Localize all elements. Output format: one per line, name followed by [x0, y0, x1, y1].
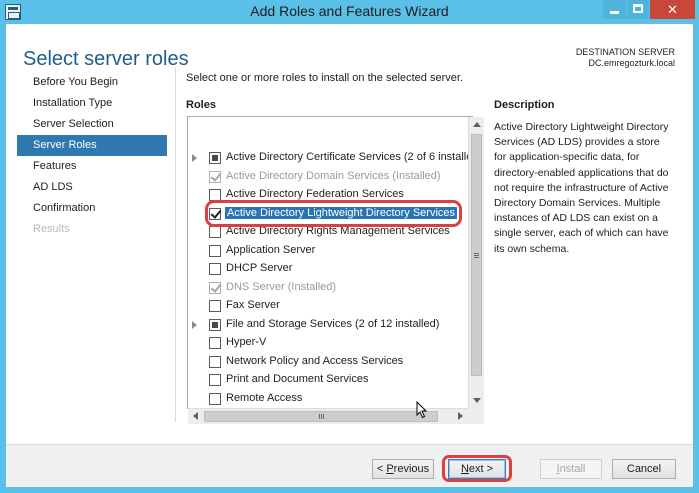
role-label[interactable]: File and Storage Services (2 of 12 insta… — [226, 318, 439, 330]
nav-item-features[interactable]: Features — [17, 156, 167, 177]
nav-item-ad-lds[interactable]: AD LDS — [17, 177, 167, 198]
role-checkbox[interactable] — [209, 152, 221, 164]
roles-heading: Roles — [186, 99, 216, 111]
expand-arrow-icon[interactable] — [192, 154, 197, 162]
destination-server-label: DESTINATION SERVER — [575, 47, 675, 57]
description-heading: Description — [494, 99, 555, 111]
mouse-cursor-icon — [416, 401, 428, 419]
previous-button-accel: P — [386, 463, 394, 475]
role-label[interactable]: DNS Server (Installed) — [226, 281, 336, 293]
navigation-divider — [175, 68, 176, 422]
destination-server-name: DC.emregozturk.local — [588, 58, 675, 68]
role-row[interactable]: Print and Document Services — [188, 371, 456, 390]
role-label[interactable]: Active Directory Certificate Services (2… — [226, 151, 472, 163]
instruction-text: Select one or more roles to install on t… — [186, 72, 463, 84]
grip-icon — [319, 414, 324, 419]
roles-vertical-scrollbar[interactable] — [468, 117, 484, 408]
install-button-label: nstall — [559, 463, 586, 475]
role-label[interactable]: Active Directory Domain Services (Instal… — [226, 170, 441, 182]
nav-item-server-selection[interactable]: Server Selection — [17, 114, 167, 135]
role-row[interactable]: DNS Server (Installed) — [188, 279, 456, 298]
annotation-highlight-next — [442, 455, 512, 482]
page-title: Select server roles — [23, 48, 189, 70]
nav-item-confirmation[interactable]: Confirmation — [17, 198, 167, 219]
install-button[interactable]: Install — [540, 459, 602, 479]
role-row[interactable]: Application Server — [188, 242, 456, 261]
role-row[interactable]: DHCP Server — [188, 260, 456, 279]
role-checkbox[interactable] — [209, 337, 221, 349]
expand-arrow-icon[interactable] — [192, 320, 197, 329]
nav-item-results: Results — [33, 223, 70, 235]
nav-item-before-you-begin[interactable]: Before You Begin — [17, 72, 167, 93]
minimize-button[interactable] — [603, 0, 626, 19]
role-label[interactable]: Remote Access — [226, 392, 302, 404]
scroll-right-icon[interactable] — [458, 412, 463, 420]
minimize-icon — [610, 11, 619, 14]
grip-icon — [474, 253, 479, 258]
scroll-left-icon[interactable] — [193, 412, 198, 420]
previous-button[interactable]: < Previous — [372, 459, 434, 479]
role-checkbox[interactable] — [209, 300, 221, 312]
previous-button-prefix: < — [376, 463, 387, 475]
role-row[interactable]: Active Directory Certificate Services (2… — [188, 149, 472, 168]
close-button[interactable]: ✕ — [650, 0, 695, 19]
role-label[interactable]: Network Policy and Access Services — [226, 355, 403, 367]
scroll-up-icon[interactable] — [473, 122, 481, 127]
window-title: Add Roles and Features Wizard — [250, 3, 449, 19]
role-checkbox[interactable] — [209, 263, 221, 275]
role-checkbox[interactable] — [209, 226, 221, 238]
role-label[interactable]: Hyper-V — [226, 336, 266, 348]
role-checkbox — [209, 170, 221, 183]
annotation-highlight-role — [205, 200, 462, 227]
maximize-button[interactable] — [627, 0, 649, 19]
title-bar[interactable]: Add Roles and Features Wizard ✕ — [0, 0, 699, 24]
vertical-scroll-thumb[interactable] — [471, 134, 482, 376]
role-checkbox[interactable] — [209, 244, 221, 257]
horizontal-scroll-thumb[interactable] — [204, 411, 438, 422]
role-checkbox[interactable] — [209, 318, 221, 331]
description-text: Active Directory Lightweight Directory S… — [494, 121, 669, 255]
role-row[interactable]: Active Directory Domain Services (Instal… — [188, 168, 456, 187]
role-row[interactable]: File and Storage Services (2 of 12 insta… — [188, 316, 456, 335]
role-checkbox — [209, 281, 221, 294]
role-label[interactable]: Active Directory Federation Services — [226, 188, 404, 200]
wizard-navigation: Before You Begin Installation Type Server … — [17, 72, 167, 240]
nav-item-server-roles[interactable]: Server Roles — [17, 135, 167, 156]
maximize-icon — [633, 4, 643, 13]
roles-tree[interactable]: Active Directory Certificate Services (2… — [187, 116, 473, 409]
role-checkbox[interactable] — [209, 355, 221, 368]
role-row[interactable]: Hyper-V — [188, 334, 456, 353]
close-icon: ✕ — [667, 2, 678, 17]
role-checkbox[interactable] — [209, 374, 221, 386]
nav-item-installation-type[interactable]: Installation Type — [17, 93, 167, 114]
role-label[interactable]: Application Server — [226, 244, 315, 256]
role-label[interactable]: DHCP Server — [226, 262, 292, 274]
scroll-down-icon[interactable] — [473, 398, 481, 403]
role-row[interactable]: Fax Server — [188, 297, 456, 316]
role-label[interactable]: Print and Document Services — [226, 373, 368, 385]
previous-button-label: revious — [393, 463, 430, 475]
role-label[interactable]: Fax Server — [226, 299, 280, 311]
role-checkbox[interactable] — [209, 392, 221, 405]
role-row[interactable]: Network Policy and Access Services — [188, 353, 456, 372]
cancel-button[interactable]: Cancel — [612, 459, 676, 479]
scrollbar-corner — [468, 408, 484, 424]
